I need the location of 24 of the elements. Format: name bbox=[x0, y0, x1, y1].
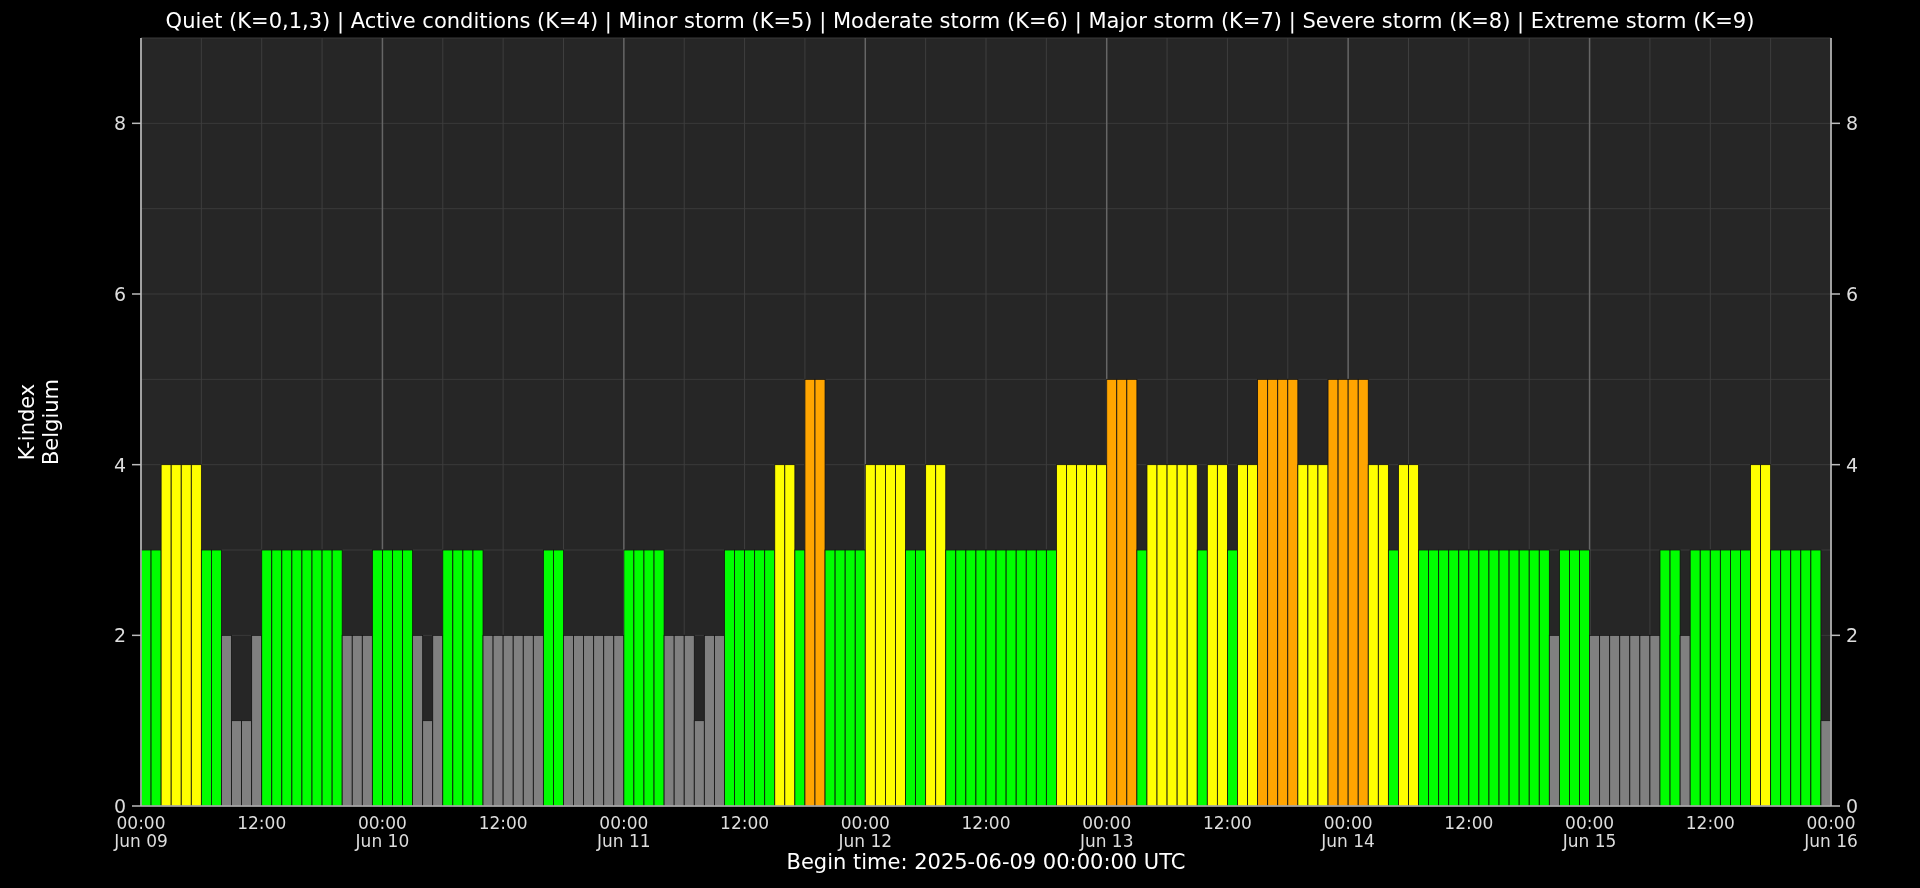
y-tick-label: 6 bbox=[1846, 283, 1859, 305]
y-tick-label: 8 bbox=[113, 112, 126, 135]
x-tick-label: 12:00 bbox=[1444, 813, 1494, 833]
y-tick-label: 2 bbox=[1846, 624, 1859, 647]
y-tick-label: 4 bbox=[113, 453, 126, 476]
y-axis-label: K-index Belgium bbox=[15, 378, 63, 466]
x-tick-label: 12:00 bbox=[961, 813, 1011, 833]
x-axis-label: Begin time: 2025-06-09 00:00:00 UTC bbox=[786, 850, 1186, 874]
x-tick-label: 12:00 bbox=[1685, 813, 1735, 833]
y-tick-label: 6 bbox=[113, 283, 126, 305]
x-tick-label: 12:00 bbox=[478, 813, 528, 833]
y-tick-label: 8 bbox=[1846, 112, 1859, 135]
x-tick-label: 12:00 bbox=[720, 813, 770, 833]
x-tick-label: 00:00 Jun 14 bbox=[1321, 813, 1375, 851]
x-tick-label: 00:00 Jun 11 bbox=[597, 813, 651, 851]
x-tick-label: 00:00 Jun 12 bbox=[838, 813, 893, 851]
x-tick-label: 00:00 Jun 10 bbox=[355, 813, 410, 851]
y-tick-label: 4 bbox=[1846, 453, 1859, 476]
x-tick-label: 00:00 Jun 15 bbox=[1562, 813, 1617, 851]
x-tick-label: 00:00 Jun 13 bbox=[1079, 813, 1134, 851]
x-tick-label: 12:00 bbox=[237, 813, 287, 833]
x-tick-label: 12:00 bbox=[1202, 813, 1252, 833]
y-tick-label: 2 bbox=[113, 624, 126, 647]
chart-title: Quiet (K=0,1,3) | Active conditions (K=4) | Minor storm (K=5) | Moderate storm (K=6) | Major storm (K=7) | Severe storm (K=8) | Extreme storm (K=9) bbox=[165, 9, 1755, 33]
